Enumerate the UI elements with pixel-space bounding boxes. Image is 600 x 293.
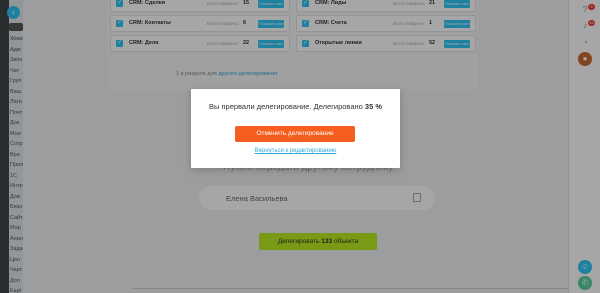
interrupt-dialog: Вы прервали делегирование. Делегировано … bbox=[191, 89, 400, 168]
dialog-percent: 35 % bbox=[364, 102, 383, 111]
back-to-edit-link[interactable]: Вернуться к редактированию bbox=[191, 148, 400, 154]
cancel-delegation-button[interactable]: Отменить делегирование bbox=[235, 126, 355, 142]
dialog-message: Вы прервали делегирование. Делегировано … bbox=[191, 102, 400, 111]
dialog-message-text: Вы прервали делегирование. Делегировано bbox=[208, 102, 365, 111]
